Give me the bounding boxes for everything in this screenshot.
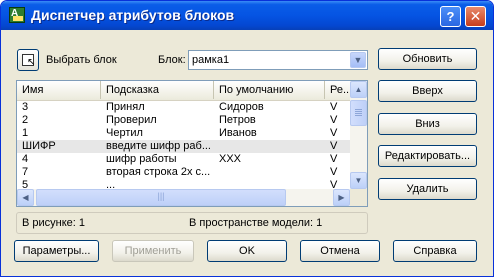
cell-name: 1 (22, 127, 29, 139)
table-row[interactable]: 3 Принял Сидоров V (17, 101, 350, 114)
column-header-name[interactable]: Имя (17, 81, 101, 99)
cell-name: 7 (22, 166, 29, 178)
window-title: Диспетчер атрибутов блоков (31, 7, 235, 23)
ok-button[interactable]: OK (207, 240, 287, 262)
column-header-default[interactable]: По умолчанию (214, 81, 325, 99)
title-bar[interactable]: A Диспетчер атрибутов блоков ? ✕ (1, 1, 493, 30)
cell-default: Сидоров (219, 101, 264, 113)
cell-default: Петров (219, 114, 256, 126)
in-drawing-count: В рисунке: 1 (22, 217, 86, 229)
block-combobox-value: рамка1 (192, 54, 230, 66)
cell-prompt: Проверил (106, 114, 157, 126)
cell-prompt: вторая строка 2х с... (106, 166, 211, 178)
settings-button[interactable]: Параметры... (14, 240, 99, 262)
table-row[interactable]: 1 Чертил Иванов V (17, 127, 350, 140)
table-row[interactable]: 7 вторая строка 2х с... V (17, 166, 350, 179)
table-row[interactable]: 4 шифр работы XXX V (17, 153, 350, 166)
cell-name: 3 (22, 101, 29, 113)
vertical-scrollbar[interactable]: ▲ ▼ (350, 81, 367, 189)
scroll-right-icon[interactable]: ▶ (333, 189, 350, 206)
chevron-down-icon[interactable]: ▼ (350, 52, 366, 68)
column-header-prompt[interactable]: Подсказка (101, 81, 214, 99)
horizontal-scroll-thumb[interactable]: ||| (36, 189, 286, 206)
vertical-scroll-thumb[interactable] (350, 100, 367, 126)
cell-default: Иванов (219, 127, 257, 139)
scroll-up-icon[interactable]: ▲ (350, 81, 367, 98)
close-button[interactable]: ✕ (465, 6, 486, 27)
edit-button[interactable]: Редактировать... (378, 145, 477, 167)
cell-default (214, 166, 325, 179)
move-down-button[interactable]: Вниз (378, 113, 477, 135)
apply-button: Применить (112, 240, 194, 262)
cell-name: ШИФР (22, 140, 56, 152)
cell-mode: V (330, 127, 338, 139)
select-block-button[interactable]: ↖ (17, 49, 39, 71)
scrollbar-corner (350, 189, 367, 206)
horizontal-scrollbar[interactable]: ◀ ||| ▶ (17, 189, 350, 206)
cursor-arrow-icon: ↖ (27, 57, 36, 68)
column-header-mode[interactable]: Ре... (325, 81, 350, 99)
scroll-left-icon[interactable]: ◀ (17, 189, 34, 206)
cell-mode: V (330, 101, 338, 113)
select-block-label: Выбрать блок (46, 54, 117, 66)
list-header: Имя Подсказка По умолчанию Ре... (17, 81, 350, 101)
sync-button[interactable]: Обновить (378, 48, 477, 70)
remove-button[interactable]: Удалить (378, 178, 477, 200)
table-row[interactable]: ШИФР введите шифр раб... V (17, 140, 350, 153)
move-up-button[interactable]: Вверх (378, 80, 477, 102)
cell-name: 2 (22, 114, 29, 126)
cell-prompt: шифр работы (106, 153, 177, 165)
status-panel: В рисунке: 1 В пространстве модели: 1 (16, 212, 368, 234)
cell-default (214, 140, 325, 153)
block-attribute-manager-dialog: A Диспетчер атрибутов блоков ? ✕ ↖ Выбра… (0, 0, 494, 277)
model-space-count: В пространстве модели: 1 (189, 217, 323, 229)
scroll-down-icon[interactable]: ▼ (350, 172, 367, 189)
help-title-button[interactable]: ? (440, 6, 461, 27)
table-row[interactable]: 2 Проверил Петров V (17, 114, 350, 127)
cell-mode: V (330, 140, 338, 152)
cell-mode: V (330, 114, 338, 126)
block-label: Блок: (158, 54, 186, 66)
cell-default: XXX (219, 153, 242, 165)
cell-prompt: введите шифр раб... (106, 140, 211, 152)
attribute-list[interactable]: Имя Подсказка По умолчанию Ре... 3 Принял… (16, 80, 368, 207)
cell-prompt: Принял (106, 101, 145, 113)
help-button[interactable]: Справка (393, 240, 477, 262)
block-combobox[interactable]: рамка1 ▼ (188, 50, 368, 70)
cancel-button[interactable]: Отмена (300, 240, 380, 262)
cell-mode: V (330, 166, 338, 178)
cell-name: 4 (22, 153, 29, 165)
cell-mode: V (330, 153, 338, 165)
cell-prompt: Чертил (106, 127, 143, 139)
app-icon: A (9, 7, 25, 23)
